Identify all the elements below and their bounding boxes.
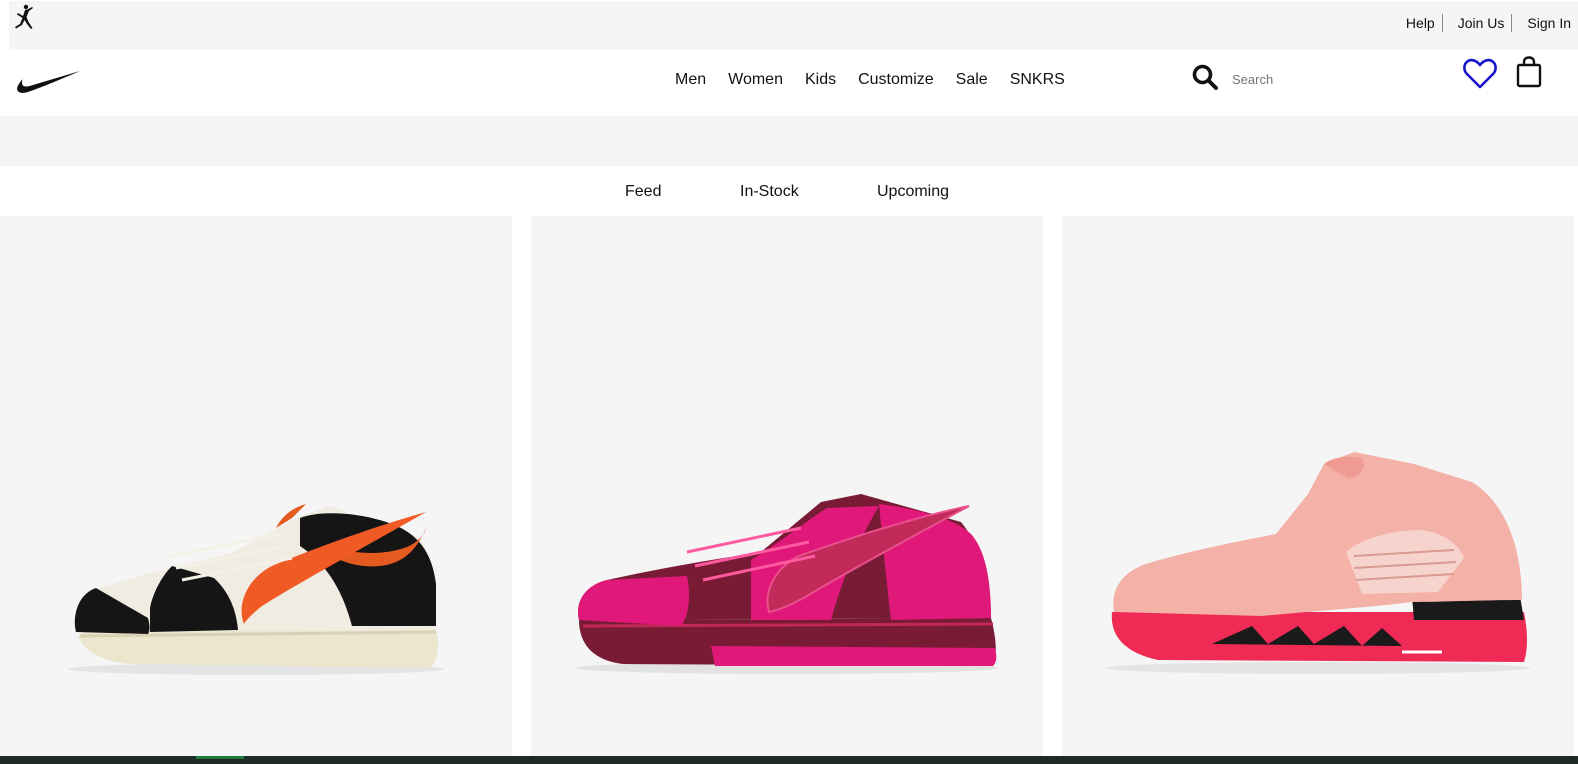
main-nav: Men Women Kids Customize Sale SNKRS	[664, 70, 1076, 90]
feed-tabs: Feed In-Stock Upcoming	[0, 166, 1578, 216]
sneaker-light-pink-red-icon	[1106, 452, 1530, 674]
utility-links: Help Join Us Sign In	[1391, 14, 1578, 32]
help-link[interactable]: Help	[1391, 14, 1442, 32]
footer-accent	[196, 756, 244, 759]
product-card[interactable]	[531, 216, 1043, 756]
sneaker-black-white-orange-icon	[68, 504, 444, 675]
nav-snkrs[interactable]: SNKRS	[999, 70, 1076, 90]
nav-customize[interactable]: Customize	[847, 70, 945, 90]
nav-women[interactable]: Women	[717, 70, 794, 90]
tab-feed[interactable]: Feed	[625, 182, 661, 202]
utility-bar: Help Join Us Sign In	[9, 1, 1578, 50]
tab-in-stock[interactable]: In-Stock	[740, 182, 799, 202]
tab-upcoming[interactable]: Upcoming	[877, 182, 949, 202]
search-icon[interactable]	[1190, 62, 1220, 92]
nav-sale[interactable]: Sale	[945, 70, 999, 90]
heart-icon[interactable]	[1462, 58, 1498, 90]
nike-swoosh-icon[interactable]	[16, 69, 82, 94]
sneaker-pink-burgundy-icon	[575, 494, 999, 674]
product-card[interactable]	[1062, 216, 1574, 756]
bag-icon[interactable]	[1513, 55, 1545, 89]
nav-men[interactable]: Men	[664, 70, 717, 90]
product-card[interactable]	[0, 216, 512, 756]
main-header: Men Women Kids Customize Sale SNKRS	[0, 50, 1578, 116]
search-input[interactable]	[1226, 67, 1398, 91]
join-us-link[interactable]: Join Us	[1443, 14, 1512, 32]
jordan-jumpman-icon[interactable]	[12, 4, 36, 30]
sign-in-link[interactable]: Sign In	[1512, 14, 1578, 32]
nav-kids[interactable]: Kids	[794, 70, 847, 90]
promo-banner	[0, 116, 1578, 166]
